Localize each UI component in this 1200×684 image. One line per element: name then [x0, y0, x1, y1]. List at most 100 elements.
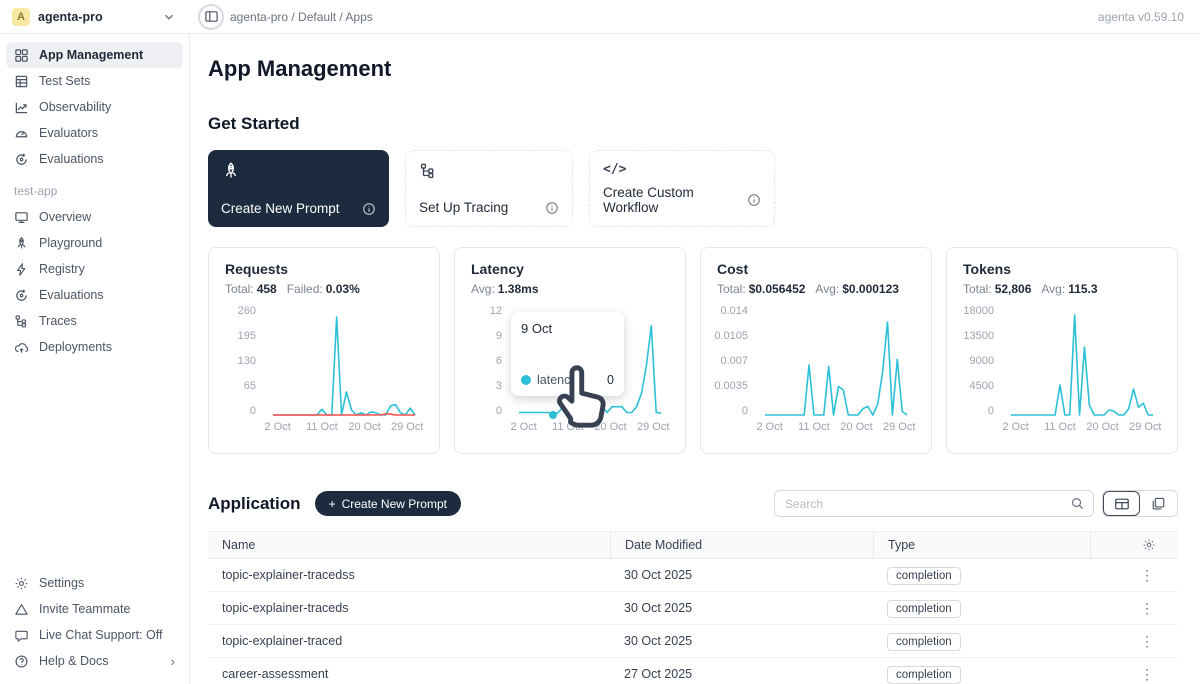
chart-line-svg: [265, 310, 423, 418]
main-content: App Management Get Started Create New Pr…: [190, 34, 1200, 684]
refresh-circle-icon: [14, 287, 30, 303]
column-header-type[interactable]: Type: [873, 532, 1090, 558]
chart-plot[interactable]: 2 Oct11 Oct20 Oct29 Oct: [1003, 310, 1161, 434]
top-bar: A agenta-pro agenta-pro / Default / Apps…: [0, 0, 1200, 34]
chart-plot[interactable]: 2 Oct11 Oct20 Oct29 Oct 9 Octlatency0: [511, 310, 669, 434]
chart-stats: Total:$0.056452Avg:$0.000123: [717, 282, 915, 296]
table-view-button[interactable]: [1103, 491, 1140, 516]
breadcrumb: agenta-pro / Default / Apps: [230, 10, 373, 24]
chart-stat: Avg:$0.000123: [815, 282, 899, 296]
chart-stats: Total:52,806 Avg:115.3: [963, 282, 1161, 296]
sidebar-item-label: Playground: [39, 236, 102, 250]
search-input[interactable]: [785, 497, 1070, 511]
sidebar-item-test-sets[interactable]: Test Sets: [6, 68, 183, 94]
chart-stat: Total:458: [225, 282, 277, 296]
column-header-name[interactable]: Name: [208, 532, 610, 558]
sidebar-item-label: Invite Teammate: [39, 602, 130, 616]
chart-line-svg: [757, 310, 915, 418]
sidebar-item-app-management[interactable]: App Management: [6, 42, 183, 68]
tree-icon: [14, 313, 30, 329]
chart-tooltip: 9 Octlatency0: [511, 312, 624, 396]
sidebar: App Management Test Sets Observability E…: [0, 34, 190, 684]
sidebar-item-evaluations[interactable]: Evaluations: [6, 146, 183, 172]
chart-y-axis: 260195130650: [225, 305, 265, 417]
chart-card: Latency Avg:1.38ms 129630 2 Oct11 Oct20 …: [454, 247, 686, 454]
sidebar-item-overview[interactable]: Overview: [6, 204, 183, 230]
rocket-icon: [221, 161, 376, 181]
row-menu-icon[interactable]: ⋮: [1140, 600, 1154, 617]
set-up-tracing-card[interactable]: Set Up Tracing: [405, 150, 573, 227]
table-header: Name Date Modified Type: [208, 531, 1178, 559]
row-menu-icon[interactable]: ⋮: [1140, 567, 1154, 584]
chart-stat: Total:52,806: [963, 282, 1031, 296]
sidebar-item-label: Observability: [39, 100, 111, 114]
sidebar-item-help-docs[interactable]: Help & Docs ›: [6, 648, 183, 674]
chart-title: Tokens: [963, 261, 1161, 277]
info-icon[interactable]: [545, 201, 559, 215]
column-settings-gear-icon[interactable]: [1090, 532, 1178, 558]
chart-plot[interactable]: 2 Oct11 Oct20 Oct29 Oct: [757, 310, 915, 434]
sidebar-item-settings[interactable]: Settings: [6, 570, 183, 596]
sidebar-item-deployments[interactable]: Deployments: [6, 334, 183, 360]
sidebar-item-label: Test Sets: [39, 74, 90, 88]
sidebar-item-evaluations-project[interactable]: Evaluations: [6, 282, 183, 308]
sidebar-item-label: Evaluations: [39, 152, 104, 166]
sidebar-item-evaluators[interactable]: Evaluators: [6, 120, 183, 146]
sidebar-item-playground[interactable]: Playground: [6, 230, 183, 256]
table-row[interactable]: topic-explainer-tracedss 30 Oct 2025 com…: [208, 559, 1178, 592]
chart-stats: Avg:1.38ms: [471, 282, 669, 296]
chart-line-svg: [1003, 310, 1161, 418]
table-row[interactable]: career-assessment 27 Oct 2025 completion…: [208, 658, 1178, 684]
create-new-prompt-card[interactable]: Create New Prompt: [208, 150, 389, 227]
card-view-button[interactable]: [1140, 491, 1177, 516]
sidebar-item-registry[interactable]: Registry: [6, 256, 183, 282]
type-badge: completion: [887, 600, 961, 618]
tree-icon: [419, 162, 559, 180]
chart-y-axis: 0.0140.01050.0070.00350: [717, 305, 757, 417]
grid-icon: [14, 47, 30, 63]
gauge-icon: [14, 125, 30, 141]
code-icon: </>: [603, 162, 761, 177]
app-name-cell[interactable]: topic-explainer-traceds: [208, 601, 610, 615]
application-heading: Application: [208, 494, 301, 514]
workspace-selector[interactable]: A agenta-pro: [0, 8, 190, 26]
app-name-cell[interactable]: career-assessment: [208, 667, 610, 681]
chart-stat: Avg:115.3: [1041, 282, 1097, 296]
app-version: agenta v0.59.10: [1098, 10, 1200, 24]
chart-y-axis: 1800013500900045000: [963, 305, 1003, 417]
app-name-cell[interactable]: topic-explainer-traced: [208, 634, 610, 648]
cloud-icon: [14, 339, 30, 355]
card-label: Create New Prompt: [221, 201, 340, 216]
table-icon: [14, 73, 30, 89]
search-box: [774, 490, 1094, 517]
type-badge: completion: [887, 666, 961, 684]
sidebar-item-label: Overview: [39, 210, 91, 224]
column-header-date-modified[interactable]: Date Modified: [610, 532, 873, 558]
view-toggle: [1102, 490, 1178, 517]
info-icon[interactable]: [362, 202, 376, 216]
search-icon[interactable]: [1070, 496, 1085, 511]
chart-y-axis: 129630: [471, 305, 511, 417]
sidebar-item-label: Help & Docs: [39, 654, 108, 668]
sidebar-item-invite-teammate[interactable]: Invite Teammate: [6, 596, 183, 622]
chart-card: Requests Total:458Failed:0.03% 260195130…: [208, 247, 440, 454]
sidebar-item-traces[interactable]: Traces: [6, 308, 183, 334]
chart-title: Requests: [225, 261, 423, 277]
sidebar-item-label: Deployments: [39, 340, 112, 354]
sidebar-item-live-chat[interactable]: Live Chat Support: Off: [6, 622, 183, 648]
row-menu-icon[interactable]: ⋮: [1140, 633, 1154, 650]
create-new-prompt-button[interactable]: + Create New Prompt: [315, 491, 461, 516]
info-icon[interactable]: [747, 193, 761, 207]
page-title: App Management: [208, 56, 1178, 82]
hand-cursor-icon: [535, 340, 624, 448]
create-custom-workflow-card[interactable]: </> Create Custom Workflow: [589, 150, 775, 227]
sidebar-item-observability[interactable]: Observability: [6, 94, 183, 120]
app-name-cell[interactable]: topic-explainer-tracedss: [208, 568, 610, 582]
sidebar-collapse-button[interactable]: [198, 4, 224, 30]
chart-title: Cost: [717, 261, 915, 277]
row-menu-icon[interactable]: ⋮: [1140, 666, 1154, 683]
date-modified-cell: 30 Oct 2025: [610, 634, 873, 648]
table-row[interactable]: topic-explainer-traceds 30 Oct 2025 comp…: [208, 592, 1178, 625]
table-row[interactable]: topic-explainer-traced 30 Oct 2025 compl…: [208, 625, 1178, 658]
chart-plot[interactable]: 2 Oct11 Oct20 Oct29 Oct: [265, 310, 423, 434]
